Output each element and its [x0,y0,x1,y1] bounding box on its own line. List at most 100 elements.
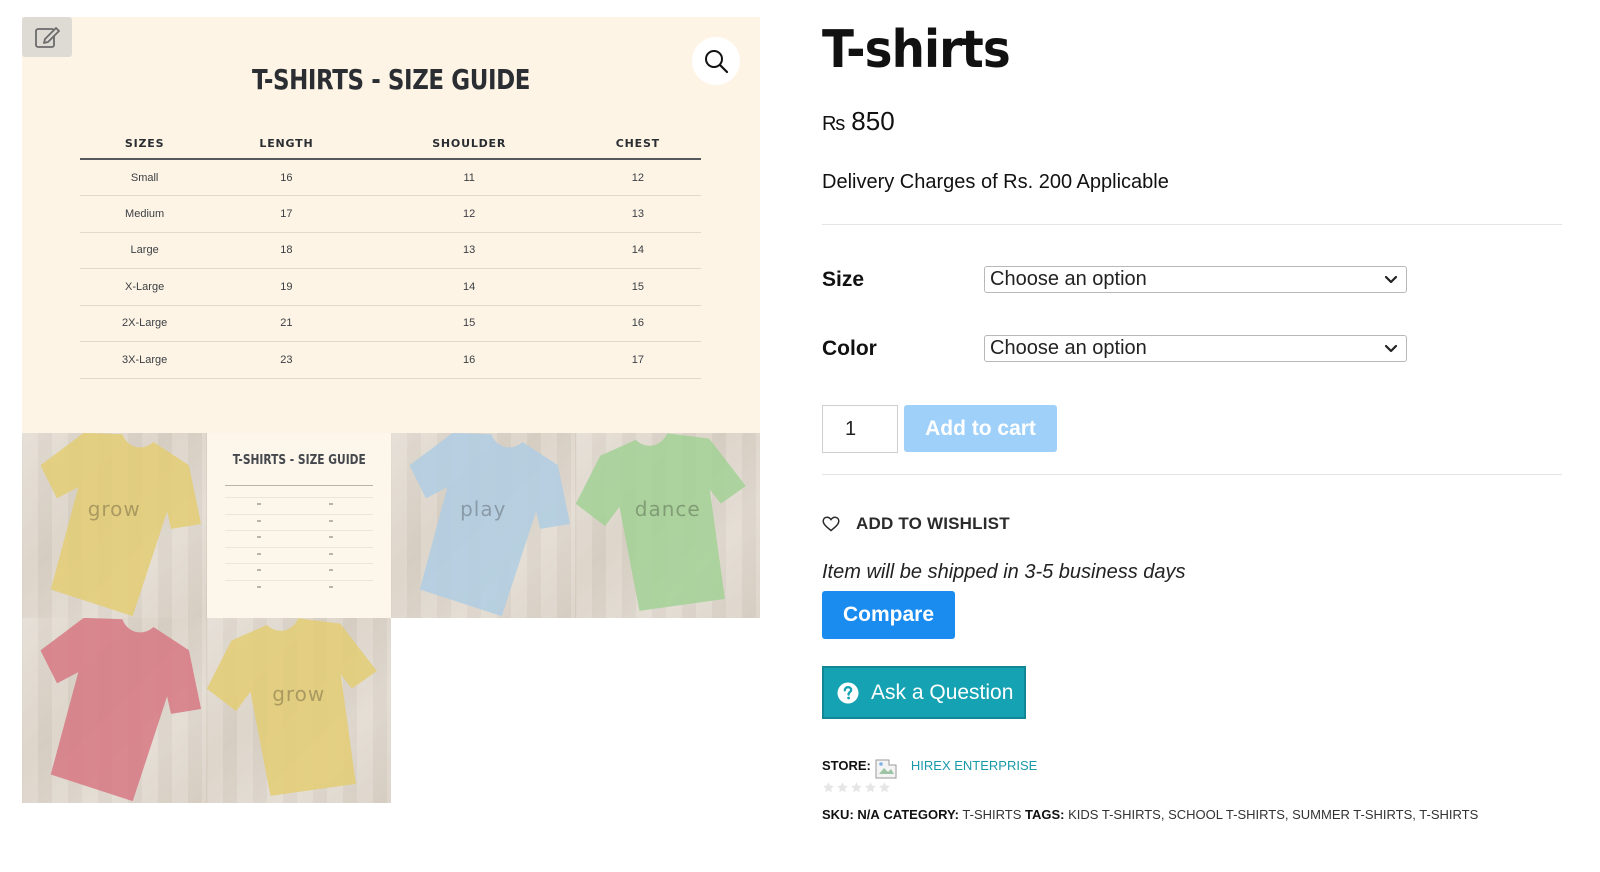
size-guide-cell: 18 [209,232,364,269]
shipping-note: Item will be shipped in 3-5 business day… [822,561,1186,583]
size-guide-cell: 16 [574,305,701,342]
color-select[interactable]: Choose an option [984,335,1407,362]
size-guide-cell: 15 [363,305,575,342]
star-icon [837,782,848,793]
size-label: Size [822,268,865,291]
tshirt-image [22,618,207,803]
thumbnail-guide-value [256,552,261,555]
thumbnail-guide-value [328,536,333,538]
gallery-thumbnail[interactable]: grow [22,433,207,618]
size-guide-cell: 15 [574,268,701,306]
size-guide-cell: 12 [574,159,701,196]
thumbnail-guide-value [328,569,333,571]
size-guide-row: 2X-Large 21 15 16 [80,305,701,342]
size-guide-cell: 14 [574,232,701,269]
size-select-value: Choose an option [990,268,1147,290]
gallery-thumbnail[interactable] [22,618,207,803]
gallery-thumbnail[interactable]: dance [575,433,760,618]
thumbnail-guide-row-line [224,530,373,531]
size-guide-cell: 13 [574,195,701,233]
thumbnail-guide-value [256,569,261,571]
size-guide-header-row: SIZES LENGTH SHOULDER CHEST [80,129,701,160]
size-guide-cell: Large [80,232,210,269]
size-guide-cell: 16 [209,159,364,196]
thumbnail-guide-row-line [224,546,373,548]
size-guide-column-header: SHOULDER [363,129,575,160]
chevron-down-icon [1384,275,1398,284]
thumbnail-guide-value [328,503,333,505]
main-product-image[interactable]: T-SHIRTS - SIZE GUIDE SIZES LENGTH SHOULDE… [22,17,760,433]
thumbnail-guide-title: T-SHIRTS - SIZE GUIDE [232,453,366,468]
product-gallery: T-SHIRTS - SIZE GUIDE SIZES LENGTH SHOULDE… [22,17,760,803]
zoom-search-icon [705,50,729,74]
size-guide-cell: 11 [363,159,575,196]
thumbnail-guide-rule [224,485,373,486]
thumbnail-guide-value [256,536,261,538]
tag-link[interactable]: KIDS T-SHIRTS [1068,807,1161,822]
size-guide-cell: Small [80,159,210,196]
size-guide-cell: 21 [209,305,364,342]
thumbnail-grid: grow T-SHIRTS - SIZE GUIDE play dance grow [22,433,760,803]
store-rating [822,781,891,794]
product-meta: SKU: N/A CATEGORY: T-SHIRTS TAGS: KIDS T… [822,807,1478,822]
thumbnail-guide-value [328,519,333,522]
size-guide-row: X-Large 19 14 15 [80,268,701,306]
star-icon [823,782,834,793]
size-guide-cell: X-Large [80,268,210,306]
add-to-wishlist-link[interactable]: ADD TO WISHLIST [822,514,1010,534]
edit-icon [35,27,60,48]
tag-link[interactable]: T-SHIRTS [1419,807,1478,822]
category-link[interactable]: T-SHIRTS [962,807,1021,822]
size-guide-row: Small 16 11 12 [80,159,701,196]
compare-button[interactable]: Compare [822,591,955,639]
divider [822,224,1562,225]
gallery-thumbnail[interactable]: play [391,433,576,618]
product-price: ₨ 850 [822,106,895,137]
tshirt-image [391,433,576,618]
size-guide-column-header: LENGTH [209,129,364,160]
ask-question-button[interactable]: Ask a Question [822,666,1026,719]
chevron-down-icon [1384,344,1398,353]
gallery-thumbnail[interactable]: T-SHIRTS - SIZE GUIDE [206,433,391,618]
gallery-thumbnail[interactable]: grow [206,618,391,803]
color-select-value: Choose an option [990,337,1147,359]
thumbnail-guide-row-line [224,579,373,581]
thumbnail-guide-value [328,552,333,555]
store-name-link[interactable]: HIREX ENTERPRISE [911,758,1037,773]
tag-list: KIDS T-SHIRTS, SCHOOL T-SHIRTS, SUMMER T… [1068,807,1479,822]
edit-image-button[interactable] [22,17,72,57]
size-guide-row: Medium 17 12 13 [80,195,701,233]
thumbnail-guide-row-line [224,497,373,498]
size-guide-cell: 17 [209,195,364,233]
thumbnail-guide-value [328,585,333,588]
size-guide-cell: 14 [363,268,575,306]
category-label: CATEGORY: [883,807,960,822]
broken-image-icon [875,759,897,779]
heart-icon [822,516,840,532]
size-select[interactable]: Choose an option [984,266,1407,293]
size-guide-cell: 19 [209,268,364,306]
wishlist-label: ADD TO WISHLIST [856,514,1010,533]
quantity-input[interactable]: 1 [822,405,898,453]
tag-link[interactable]: SCHOOL T-SHIRTS [1168,807,1285,822]
tshirt-print-text: dance [634,497,701,521]
size-guide-title: T-SHIRTS - SIZE GUIDE [251,63,531,96]
tshirt-print-text: grow [272,682,326,706]
tshirt-image [575,433,760,618]
divider [822,474,1562,475]
size-guide-row: 3X-Large 23 16 17 [80,341,701,379]
delivery-note: Delivery Charges of Rs. 200 Applicable [822,171,1169,193]
thumbnail-guide-value [256,585,261,588]
tshirt-image [22,433,207,618]
size-guide-cell: 13 [363,232,575,269]
store-info: STORE: HIREX ENTERPRISE [822,755,1037,779]
tag-link[interactable]: SUMMER T-SHIRTS [1292,807,1412,822]
add-to-cart-button[interactable]: Add to cart [904,405,1057,452]
currency-symbol: ₨ [822,113,846,135]
size-guide-cell: 2X-Large [80,305,210,342]
star-icon [851,782,862,793]
question-circle-icon [837,682,859,703]
size-guide-column-header: CHEST [574,129,701,160]
zoom-button[interactable] [692,37,740,85]
star-icon [865,782,876,793]
